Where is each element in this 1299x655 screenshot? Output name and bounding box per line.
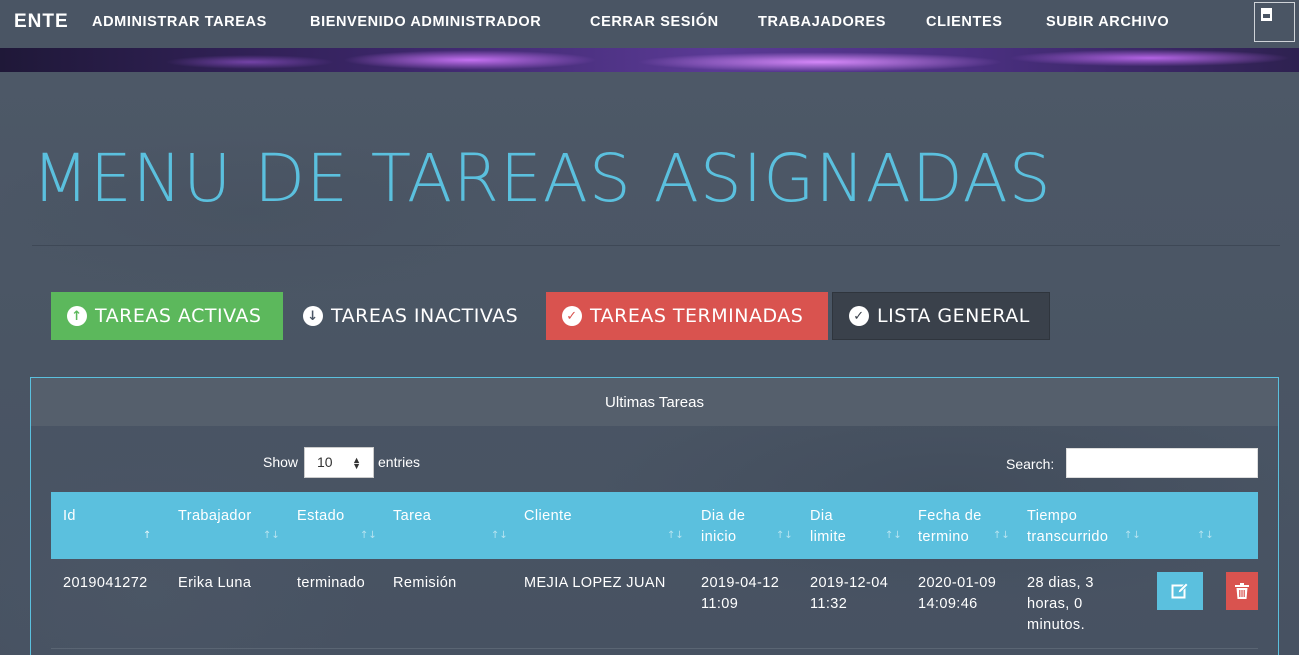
- edit-icon: [1171, 582, 1189, 599]
- search-label: Search:: [1006, 456, 1055, 472]
- cell-trabajador: Erika Luna: [178, 575, 252, 591]
- nav-subir-archivo[interactable]: SUBIR ARCHIVO: [1046, 14, 1169, 30]
- tareas-terminadas-button[interactable]: ✓ TAREAS TERMINADAS: [546, 292, 828, 340]
- delete-button[interactable]: [1226, 572, 1258, 610]
- table-header: Id ↑ Trabajador ↑↓ Estado ↑↓ Tarea ↑↓ Cl…: [51, 492, 1258, 559]
- sort-icon: ↑↓: [1124, 530, 1141, 541]
- cell-id: 2019041272: [63, 575, 148, 591]
- check-circle-icon: ✓: [562, 306, 582, 326]
- sort-icon: ↑↓: [491, 530, 508, 541]
- sort-icon: ↑↓: [993, 530, 1010, 541]
- title-divider: [32, 245, 1280, 246]
- sort-icon: ↑↓: [360, 530, 377, 541]
- col-header-cliente[interactable]: Cliente: [524, 506, 572, 527]
- table-row: 2019041272 Erika Luna terminado Remisión…: [51, 559, 1258, 649]
- lista-general-label: LISTA GENERAL: [877, 305, 1030, 327]
- search-input[interactable]: [1066, 448, 1258, 478]
- col-header-dia-inicio[interactable]: Dia de inicio: [701, 506, 745, 548]
- sort-icon: ↑↓: [263, 530, 280, 541]
- lista-general-button[interactable]: ✓ LISTA GENERAL: [832, 292, 1050, 340]
- panel-heading: Ultimas Tareas: [31, 378, 1278, 426]
- tareas-activas-label: TAREAS ACTIVAS: [95, 305, 262, 327]
- tasks-panel: Ultimas Tareas Show 10 ▲ ▼ entries Search…: [30, 377, 1279, 655]
- nav-trabajadores[interactable]: TRABAJADORES: [758, 14, 886, 30]
- sort-icon: ↑↓: [885, 530, 902, 541]
- col-header-tiempo-transcurrido[interactable]: Tiempo transcurrido: [1027, 506, 1108, 548]
- tareas-inactivas-label: TAREAS INACTIVAS: [331, 305, 519, 327]
- col-header-tarea[interactable]: Tarea: [393, 506, 431, 527]
- tareas-terminadas-label: TAREAS TERMINADAS: [590, 305, 804, 327]
- nav-clientes[interactable]: CLIENTES: [926, 14, 1003, 30]
- arrow-down-circle-icon: ↓: [303, 306, 323, 326]
- show-label: Show: [263, 454, 299, 470]
- sort-icon: ↑↓: [1197, 530, 1214, 541]
- broken-image-icon: [1261, 8, 1272, 21]
- col-header-fecha-termino[interactable]: Fecha de termino: [918, 506, 982, 548]
- col-header-dia-limite[interactable]: Dia limite: [810, 506, 846, 548]
- header-banner: [0, 48, 1299, 72]
- cell-estado: terminado: [297, 575, 366, 591]
- col-header-id[interactable]: Id: [63, 506, 76, 527]
- nav-cerrar-sesion[interactable]: CERRAR SESIÓN: [590, 14, 719, 30]
- select-caret-icon: ▲ ▼: [352, 455, 361, 471]
- tareas-inactivas-button[interactable]: ↓ TAREAS INACTIVAS: [287, 292, 542, 340]
- arrow-up-circle-icon: ↑: [67, 306, 87, 326]
- col-header-estado[interactable]: Estado: [297, 506, 345, 527]
- nav-bienvenido-administrador[interactable]: BIENVENIDO ADMINISTRADOR: [310, 14, 541, 30]
- cell-tiempo-transcurrido: 28 dias, 3 horas, 0 minutos.: [1027, 575, 1094, 633]
- brand-logo[interactable]: ENTE: [14, 11, 69, 33]
- trash-icon: [1235, 583, 1249, 599]
- profile-image-button[interactable]: [1254, 2, 1295, 42]
- cell-dia-inicio: 2019-04-12 11:09: [701, 575, 780, 612]
- top-navbar: ENTE ADMINISTRAR TAREAS BIENVENIDO ADMIN…: [0, 0, 1299, 48]
- cell-dia-limite: 2019-12-04 11:32: [810, 575, 889, 612]
- edit-button[interactable]: [1157, 572, 1203, 610]
- tareas-activas-button[interactable]: ↑ TAREAS ACTIVAS: [51, 292, 283, 340]
- nav-administrar-tareas[interactable]: ADMINISTRAR TAREAS: [92, 14, 267, 30]
- check-circle-icon: ✓: [849, 306, 869, 326]
- page-title: MENU DE TAREAS ASIGNADAS: [32, 140, 1052, 217]
- col-header-trabajador[interactable]: Trabajador: [178, 506, 252, 527]
- sort-asc-icon: ↑: [143, 530, 152, 541]
- cell-fecha-termino: 2020-01-09 14:09:46: [918, 575, 997, 612]
- cell-tarea: Remisión: [393, 575, 457, 591]
- sort-icon: ↑↓: [667, 530, 684, 541]
- entries-label: entries: [378, 454, 421, 470]
- entries-length-select[interactable]: 10 ▲ ▼: [304, 447, 374, 478]
- cell-cliente: MEJIA LOPEZ JUAN: [524, 575, 666, 591]
- sort-icon: ↑↓: [776, 530, 793, 541]
- entries-length-value: 10: [317, 454, 333, 470]
